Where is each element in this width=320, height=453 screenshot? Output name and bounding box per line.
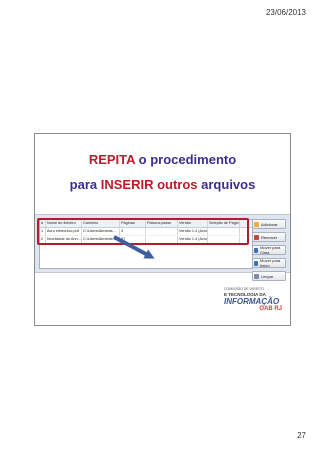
oab-rj-logo: COMISSÃO DE DIREITO E TECNOLOGIA DA INFO… xyxy=(224,287,282,315)
remove-button-label: Remover xyxy=(261,234,278,240)
add-file-icon xyxy=(254,221,259,227)
arrow-up-icon xyxy=(254,247,259,253)
title-text: o procedimento xyxy=(135,152,237,167)
clear-button[interactable]: Limpar xyxy=(252,271,286,281)
add-button-label: Adicionar xyxy=(261,221,278,227)
add-button[interactable]: Adicionar xyxy=(252,219,286,229)
move-up-button[interactable]: Mover para Cima xyxy=(252,245,286,255)
header-date: 23/06/2013 xyxy=(265,8,306,17)
arrow-down-icon xyxy=(254,260,259,266)
title-highlight-repita: REPITA xyxy=(88,152,136,167)
remove-button[interactable]: Remover xyxy=(252,232,286,242)
pdf-merge-window: # Nome do ficheiro Caminho Páginas Palav… xyxy=(35,214,290,281)
slide-title-line2: para INSERIR outros arquivos xyxy=(35,177,290,192)
move-up-button-label: Mover para Cima xyxy=(260,245,281,255)
title-highlight-inserir: INSERIR outros xyxy=(100,177,198,192)
clear-button-label: Limpar xyxy=(261,273,274,279)
logo-oab-text: OAB RJ xyxy=(259,306,282,312)
page-number: 27 xyxy=(297,431,306,440)
slide-title-line1: REPITA o procedimento xyxy=(35,152,290,167)
rows-highlight-box xyxy=(37,218,249,245)
remove-icon xyxy=(254,234,259,240)
slide: REPITA o procedimento para INSERIR outro… xyxy=(34,133,291,326)
logo-info-text: INFORMAÇÃO xyxy=(224,297,280,306)
title-suffix: arquivos xyxy=(197,177,256,192)
side-button-panel: Adicionar Remover Mover para Cima Mover … xyxy=(252,219,286,284)
move-down-button[interactable]: Mover para baixo xyxy=(252,258,286,268)
move-down-button-label: Mover para baixo xyxy=(260,258,281,268)
title-prefix: para xyxy=(69,177,101,192)
clear-icon xyxy=(254,273,259,279)
